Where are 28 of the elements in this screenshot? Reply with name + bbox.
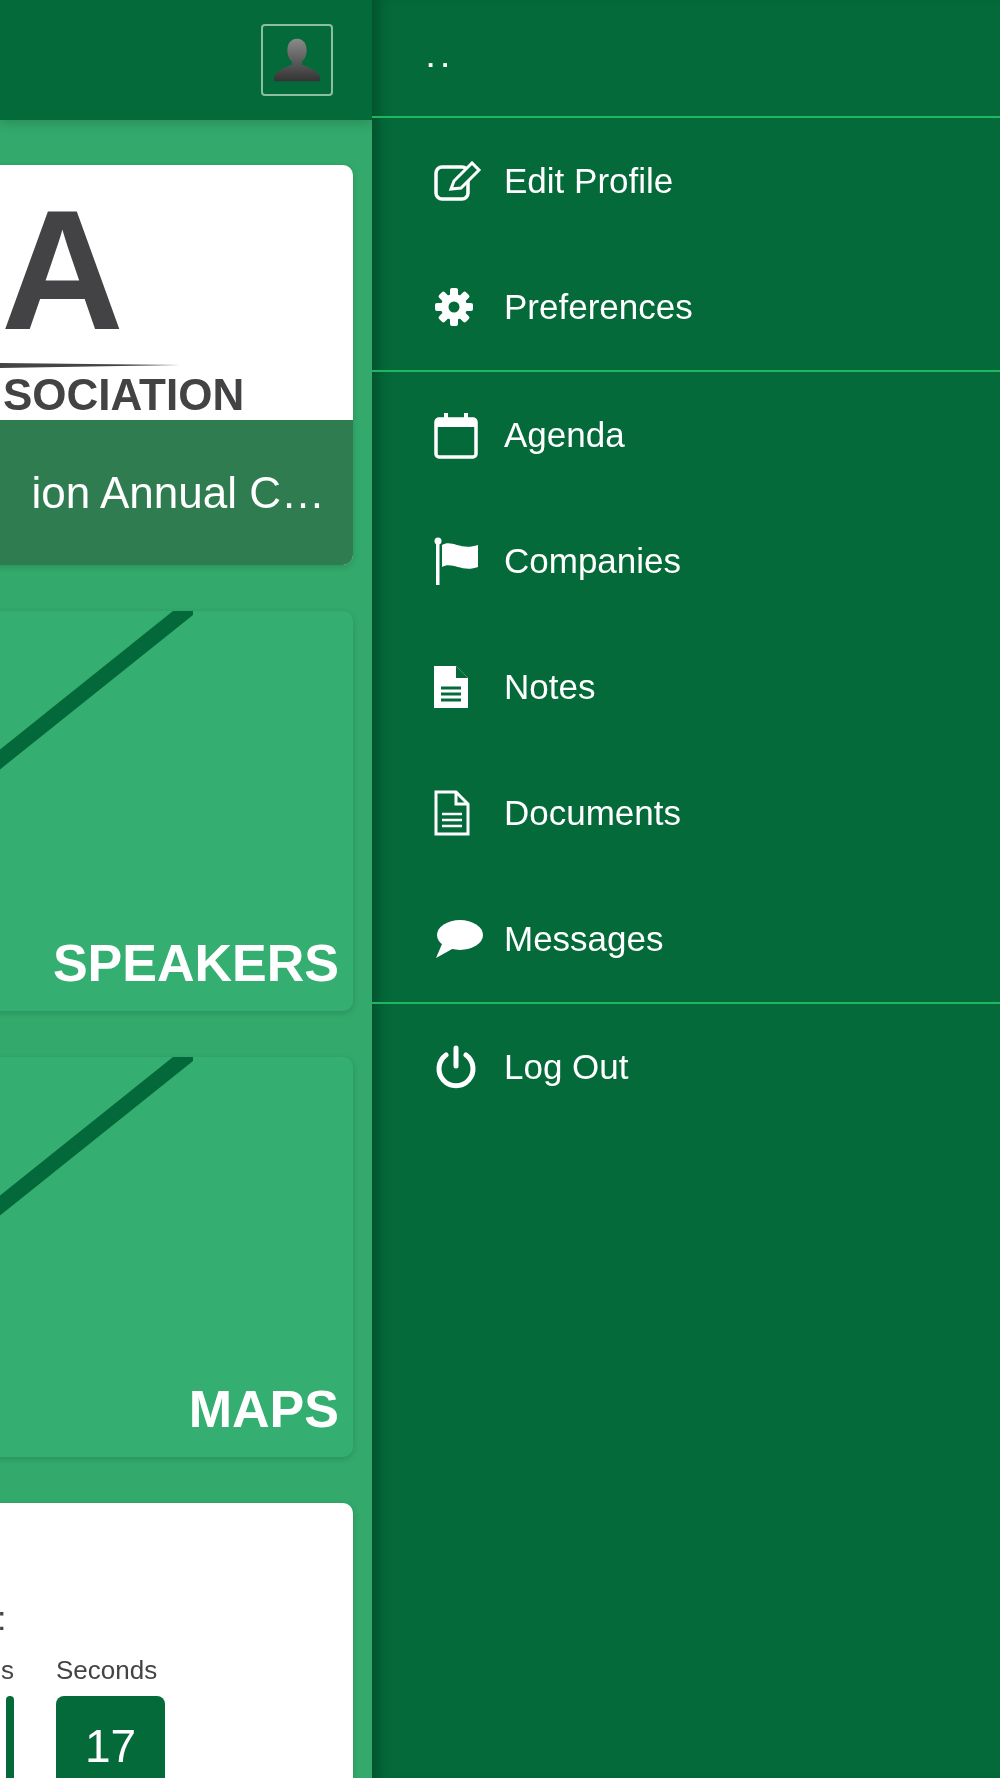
banner-label: MAPS [188, 1383, 339, 1435]
menu-item[interactable]: Agenda [372, 372, 1000, 498]
power-icon [434, 1045, 478, 1089]
menu-item[interactable]: Notes [372, 624, 1000, 750]
flag-icon [434, 537, 480, 585]
menu-item[interactable]: Companies [372, 498, 1000, 624]
chat-icon [434, 918, 484, 960]
unit-label: Seconds [56, 1655, 158, 1686]
menu-item[interactable]: Log Out [372, 1004, 1000, 1130]
logo-text: SOCIATION [3, 373, 245, 417]
countdown-box: 17 [56, 1696, 165, 1778]
menu-item[interactable]: Documents [372, 750, 1000, 876]
event-card[interactable]: A SOCIATION ion Annual C… [0, 165, 353, 565]
document-icon [434, 790, 470, 836]
unit-label: s [1, 1655, 14, 1686]
calendar-icon [434, 411, 478, 459]
card-title: ion Annual C… [31, 467, 325, 518]
menu-item[interactable]: Messages [372, 876, 1000, 1002]
banner-label: SPEAKERS [52, 937, 339, 989]
logo-letter: A [1, 185, 124, 355]
menu-item[interactable]: Edit Profile [372, 118, 1000, 244]
menu-item[interactable]: Preferences [372, 244, 1000, 370]
note-icon [434, 664, 470, 710]
menu-title: . . [427, 42, 449, 74]
avatar-button[interactable] [261, 24, 333, 96]
edit-icon [434, 161, 482, 201]
settings-icon [434, 287, 474, 327]
countdown-separator: : [0, 1601, 8, 1635]
